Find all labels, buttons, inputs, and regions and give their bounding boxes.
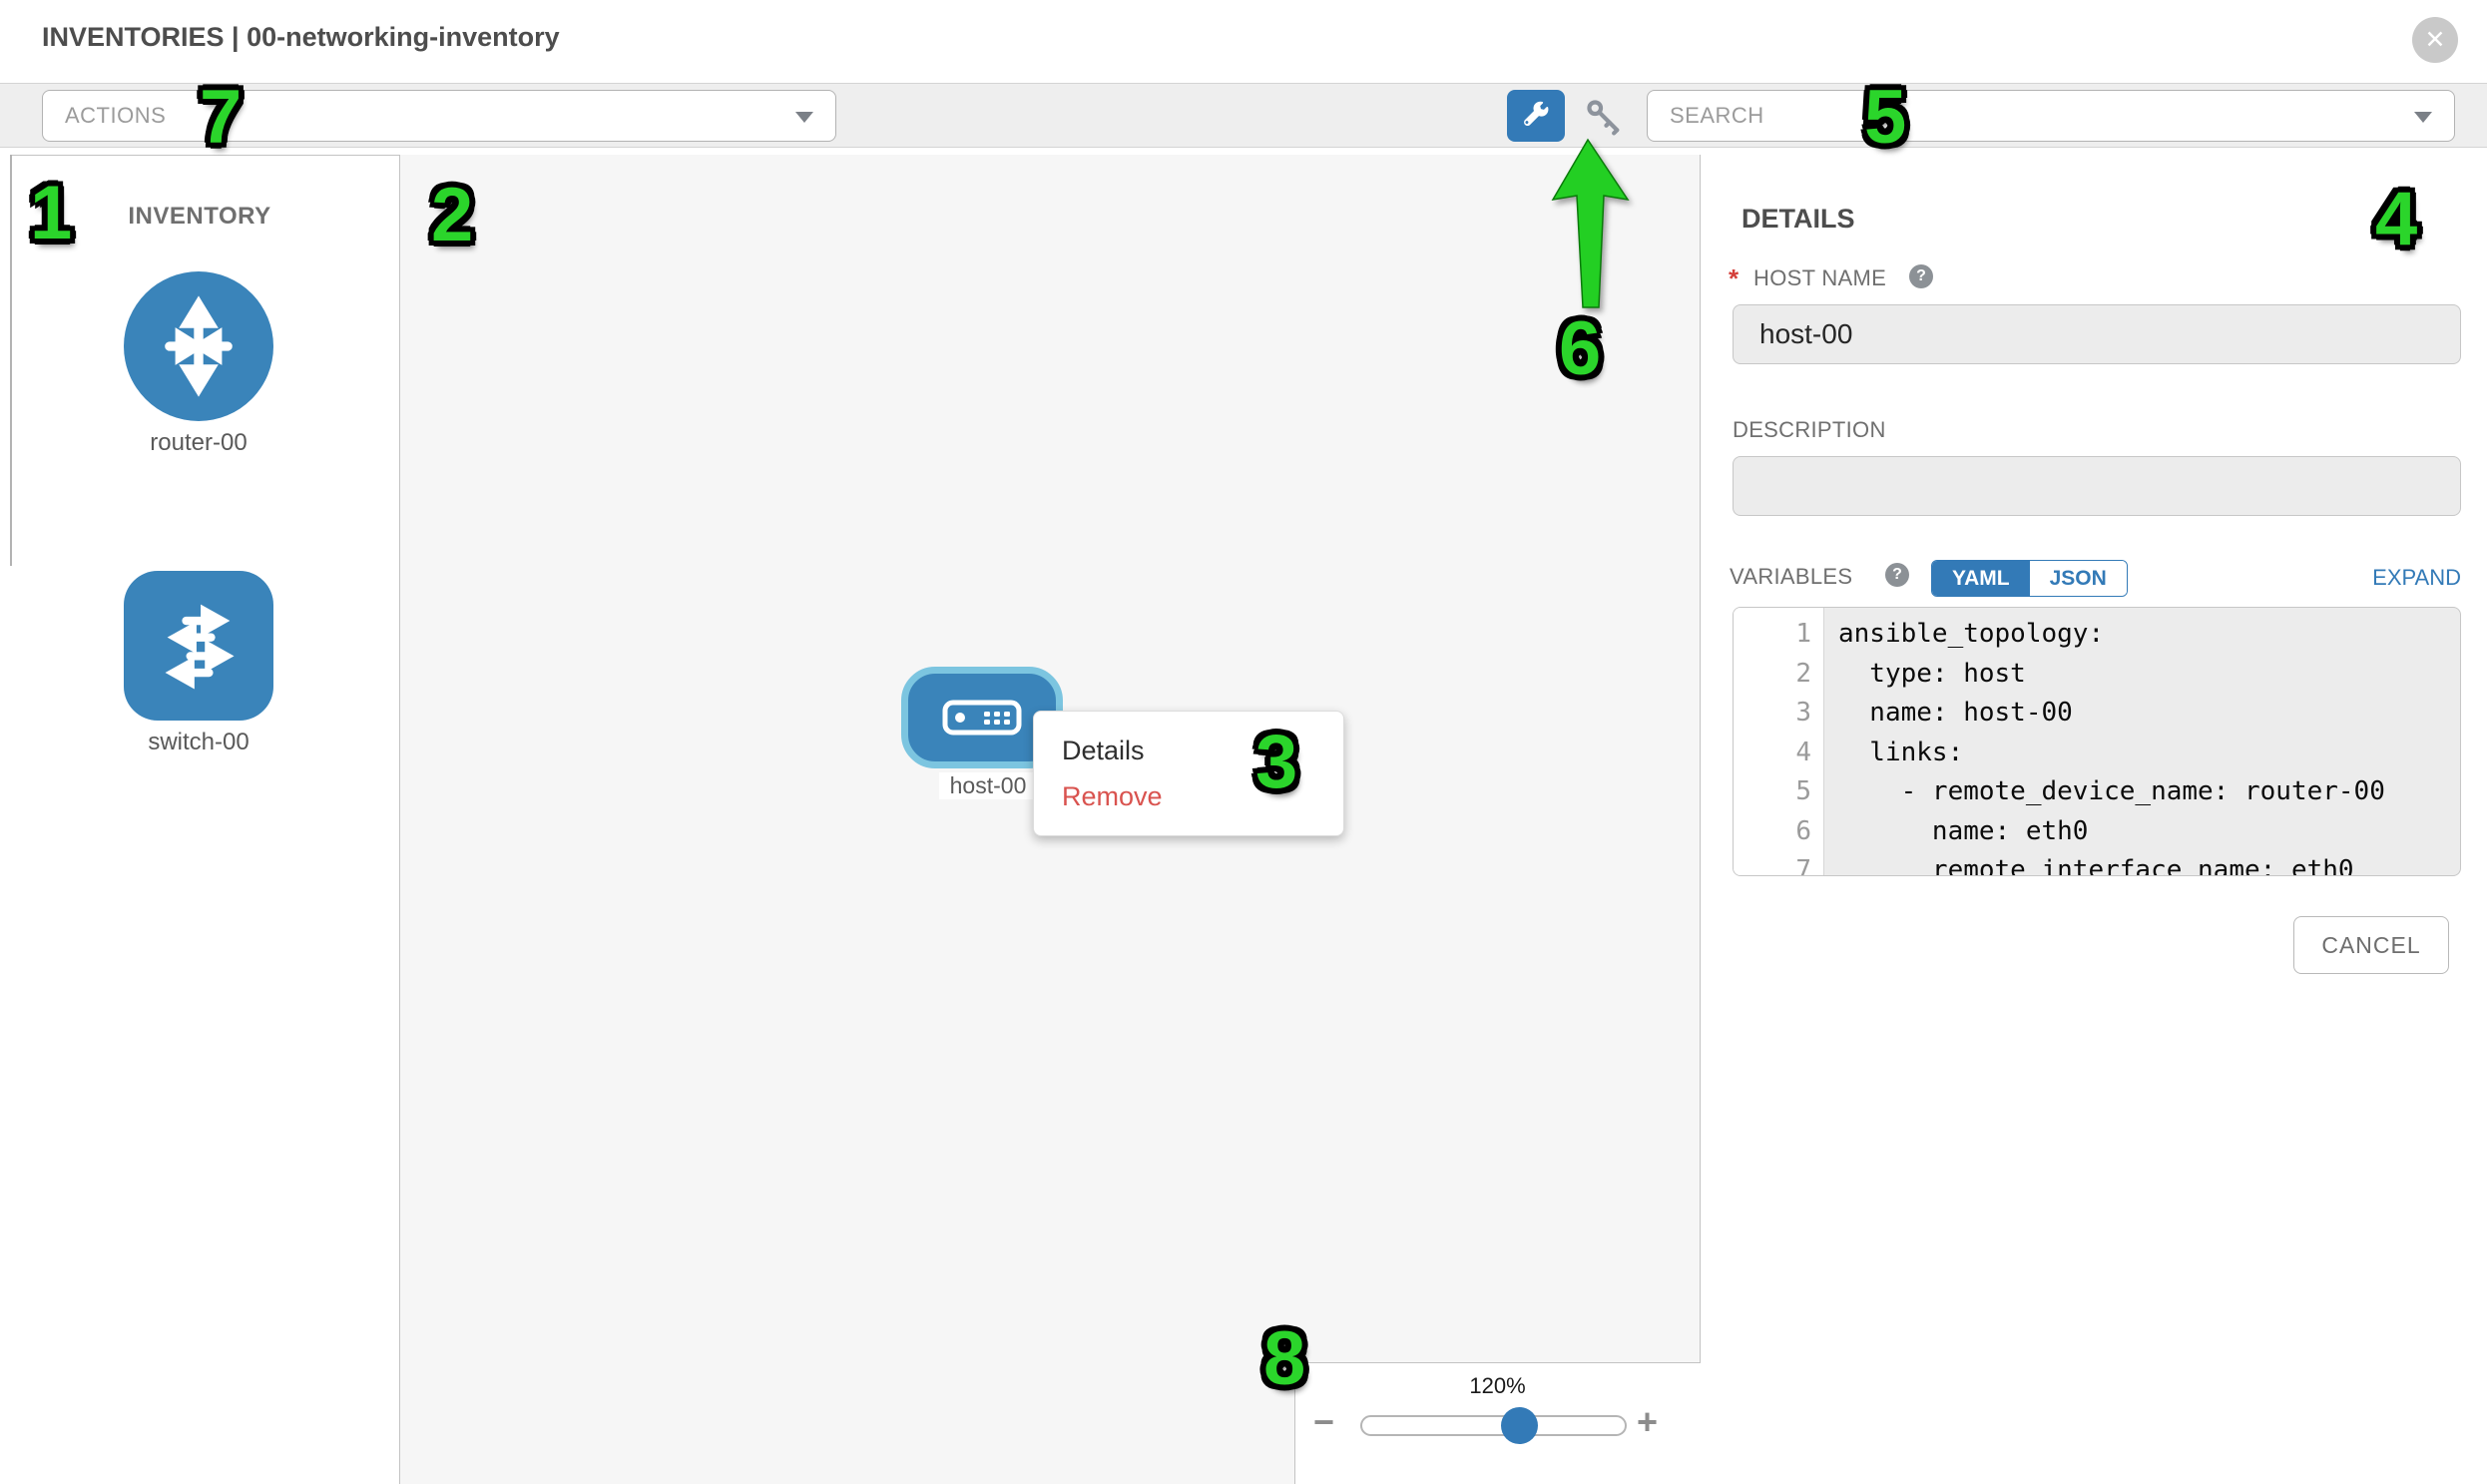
server-icon [942,700,1022,736]
search-dropdown-label: SEARCH [1670,91,1764,141]
expand-link[interactable]: EXPAND [2265,565,2461,591]
code-line: remote_interface_name: eth0 [1838,851,2460,876]
help-icon[interactable]: ? [1909,264,1933,288]
host-name-label: HOST NAME [1753,265,1886,291]
details-heading: DETAILS [1741,204,1855,235]
variables-format-toggle: YAML JSON [1931,560,2128,597]
credentials-button[interactable] [1581,94,1627,140]
tab-json[interactable]: JSON [2030,561,2127,596]
line-number: 4 [1734,734,1823,773]
zoom-level: 120% [1294,1373,1701,1399]
annotation-7: 7 [200,80,242,156]
annotation-1: 1 [30,176,72,251]
key-icon [1583,96,1625,138]
zoom-in-button[interactable]: + [1637,1401,1658,1443]
host-node-label: host-00 [939,772,1037,799]
annotation-4: 4 [2375,182,2417,257]
line-number: 2 [1734,655,1823,695]
context-menu-item-details[interactable]: Details [1062,736,1343,766]
line-number: 7 [1734,851,1823,876]
variables-code-editor[interactable]: 1 2 3 4 5 6 7 ansible_topology: type: ho… [1733,607,2461,876]
annotation-8: 8 [1263,1321,1305,1397]
switch-arrows-icon [147,594,250,698]
green-up-arrow-icon [1545,136,1640,315]
inventory-topology-page: INVENTORIES | 00-networking-inventory ✕ … [0,0,2487,1484]
editor-line-numbers: 1 2 3 4 5 6 7 [1734,608,1824,875]
description-input[interactable] [1733,456,2461,516]
cancel-button[interactable]: CANCEL [2293,916,2449,974]
tab-yaml[interactable]: YAML [1932,561,2030,596]
annotation-2: 2 [431,178,473,253]
close-icon[interactable]: ✕ [2412,17,2458,63]
zoom-out-button[interactable]: − [1313,1401,1334,1443]
annotation-5: 5 [1864,80,1906,156]
sidebar-item-router[interactable] [124,271,273,421]
annotation-3: 3 [1255,725,1297,800]
description-label: DESCRIPTION [1733,417,1886,443]
zoom-slider-thumb[interactable] [1501,1407,1538,1444]
line-number: 6 [1734,812,1823,852]
zoom-slider-track[interactable] [1360,1415,1627,1436]
annotation-6: 6 [1559,311,1601,387]
page-title: INVENTORIES | 00-networking-inventory [42,22,560,53]
chevron-down-icon [2414,112,2432,123]
help-icon[interactable]: ? [1885,563,1909,587]
variables-label: VARIABLES [1730,564,1852,590]
code-line: name: host-00 [1838,694,2460,734]
router-arrows-icon [147,294,250,398]
host-name-input[interactable]: host-00 [1733,304,2461,364]
search-dropdown[interactable]: SEARCH [1647,90,2455,142]
sidebar-item-switch[interactable] [124,571,273,721]
tools-button[interactable] [1507,90,1565,142]
actions-dropdown-label: ACTIONS [65,91,166,141]
actions-dropdown[interactable]: ACTIONS [42,90,836,142]
code-line: - remote_device_name: router-00 [1838,772,2460,812]
line-number: 5 [1734,772,1823,812]
switch-label: switch-00 [49,729,348,756]
wrench-icon [1521,101,1551,131]
chevron-down-icon [795,112,813,123]
context-menu-item-remove[interactable]: Remove [1062,781,1343,812]
code-line: type: host [1838,655,2460,695]
editor-code[interactable]: ansible_topology: type: host name: host-… [1824,608,2460,875]
required-asterisk: * [1729,263,1739,294]
router-label: router-00 [49,429,348,457]
code-line: links: [1838,734,2460,773]
line-number: 3 [1734,694,1823,734]
code-line: name: eth0 [1838,812,2460,852]
line-number: 1 [1734,615,1823,655]
code-line: ansible_topology: [1838,615,2460,655]
